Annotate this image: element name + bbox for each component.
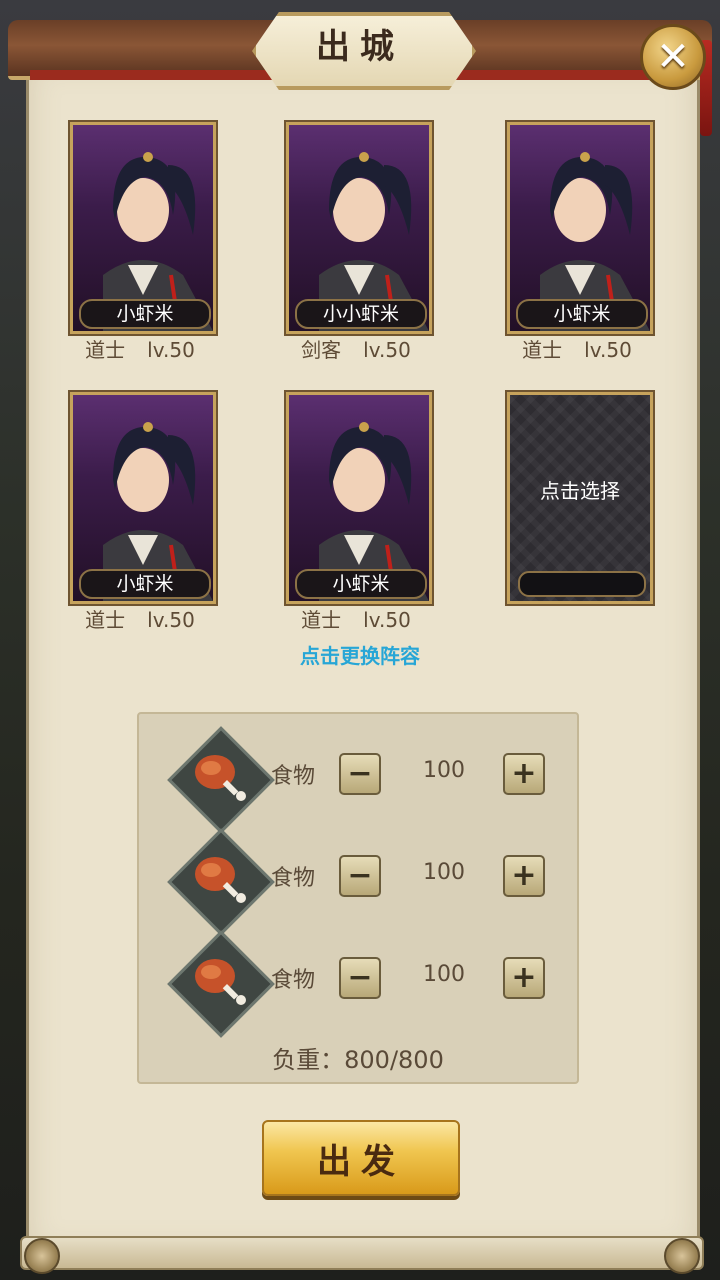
- supply-label: 食物: [271, 968, 316, 993]
- hero-info: 道士 lv.50: [507, 334, 647, 363]
- hero-card[interactable]: 小虾米: [507, 122, 653, 334]
- corner-ornament-icon: [664, 1238, 700, 1274]
- hero-info: 道士 lv.50: [70, 604, 210, 633]
- hero-level: lv.50: [363, 338, 411, 362]
- drumstick-icon: [195, 857, 246, 903]
- increase-button[interactable]: +: [503, 957, 545, 999]
- supply-row: 食物 − 100 +: [139, 930, 577, 1038]
- hero-class: 道士: [85, 608, 126, 632]
- supply-row: 食物 − 100 +: [139, 726, 577, 834]
- supply-panel: 食物 − 100 + 食物 − 100 + 食物 − 100 + 负重：800/…: [137, 712, 579, 1084]
- panel-bottom-frame: [20, 1236, 704, 1270]
- minus-icon: −: [347, 858, 373, 893]
- supply-label: 食物: [271, 866, 316, 891]
- close-button[interactable]: ✕: [640, 24, 706, 90]
- corner-ornament-icon: [24, 1238, 60, 1274]
- drumstick-icon: [195, 755, 246, 801]
- hero-card[interactable]: 小虾米: [70, 392, 216, 604]
- drumstick-icon: [195, 959, 246, 1005]
- close-icon: ✕: [656, 34, 690, 80]
- supply-quantity: 100: [423, 758, 465, 783]
- hero-class: 道士: [301, 608, 342, 632]
- plus-icon: +: [511, 960, 537, 995]
- depart-button[interactable]: 出发: [262, 1120, 460, 1196]
- supply-quantity: 100: [423, 962, 465, 987]
- hero-level: lv.50: [363, 608, 411, 632]
- increase-button[interactable]: +: [503, 855, 545, 897]
- hero-info: 道士 lv.50: [70, 334, 210, 363]
- hero-level: lv.50: [584, 338, 632, 362]
- increase-button[interactable]: +: [503, 753, 545, 795]
- supply-quantity: 100: [423, 860, 465, 885]
- empty-hero-slot[interactable]: 点击选择: [507, 392, 653, 604]
- decrease-button[interactable]: −: [339, 855, 381, 897]
- hero-class: 道士: [522, 338, 563, 362]
- hero-card[interactable]: 小虾米: [70, 122, 216, 334]
- hero-name: 小虾米: [79, 569, 211, 599]
- depart-label: 出发: [317, 1141, 405, 1182]
- hero-info: 剑客 lv.50: [286, 334, 426, 363]
- hero-card[interactable]: 小虾米: [286, 392, 432, 604]
- hero-card[interactable]: 小小虾米: [286, 122, 432, 334]
- hero-class: 剑客: [301, 338, 342, 362]
- hero-name: 小虾米: [79, 299, 211, 329]
- hero-level: lv.50: [147, 608, 195, 632]
- hero-class: 道士: [85, 338, 126, 362]
- plus-icon: +: [511, 756, 537, 791]
- hero-level: lv.50: [147, 338, 195, 362]
- empty-slot-plate: [518, 571, 646, 597]
- change-lineup-link[interactable]: 点击更换阵容: [200, 640, 520, 669]
- carry-weight: 负重：800/800: [272, 1046, 444, 1074]
- plus-icon: +: [511, 858, 537, 893]
- minus-icon: −: [347, 960, 373, 995]
- decrease-button[interactable]: −: [339, 957, 381, 999]
- hero-name: 小虾米: [516, 299, 648, 329]
- hero-name: 小虾米: [295, 569, 427, 599]
- page-title: 出城: [316, 27, 404, 67]
- hero-name: 小小虾米: [295, 299, 427, 329]
- minus-icon: −: [347, 756, 373, 791]
- empty-slot-label: 点击选择: [540, 479, 620, 503]
- supply-label: 食物: [271, 764, 316, 789]
- hero-info: 道士 lv.50: [286, 604, 426, 633]
- supply-row: 食物 − 100 +: [139, 828, 577, 936]
- decrease-button[interactable]: −: [339, 753, 381, 795]
